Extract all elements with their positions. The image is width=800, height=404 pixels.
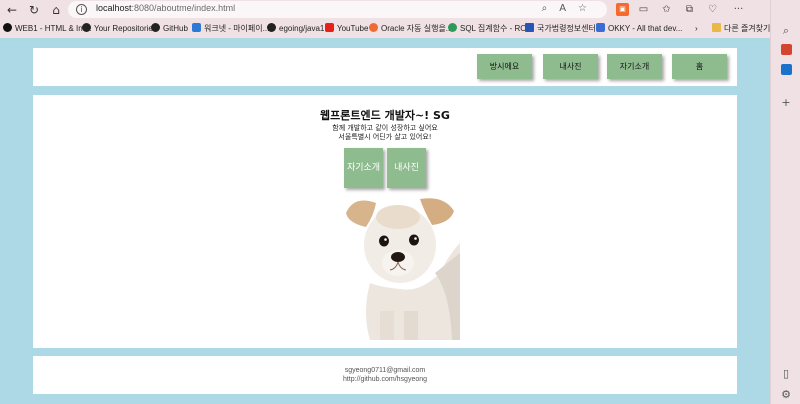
favorite-star-icon[interactable]: ☆ [578, 3, 599, 14]
about-me-button[interactable]: 자기소개 [344, 148, 383, 188]
read-aloud-icon[interactable]: A [559, 3, 578, 14]
bookmark-item[interactable]: 국가법령정보센터 [525, 22, 596, 35]
worknet-icon [192, 23, 201, 32]
gear-icon[interactable]: ⚙ [779, 388, 793, 402]
bookmark-item[interactable]: egoing/java1 [267, 22, 324, 35]
youtube-icon [325, 23, 334, 32]
site-info-icon[interactable]: i [76, 4, 87, 15]
black-circle-icon [3, 23, 12, 32]
github-icon [82, 23, 91, 32]
bookmark-label: SQL 집계함수 - RO... [460, 24, 534, 33]
url-path: :8080/aboutme/index.html [131, 3, 236, 13]
split-screen-icon[interactable]: ▭ [637, 3, 650, 16]
page-title: 웹프론트엔드 개발자~! SG [320, 109, 450, 122]
outlook-icon[interactable] [779, 64, 793, 78]
shopping-icon[interactable] [779, 44, 793, 58]
sidebar-toggle-icon[interactable]: ▯ [779, 367, 793, 381]
bookmark-label: egoing/java1 [279, 24, 325, 33]
bookmark-item[interactable]: 워크넷 - 마이페이... [192, 22, 269, 35]
collections-icon[interactable]: ⧉ [683, 3, 696, 16]
nav-button-bangsi[interactable]: 방시에요 [477, 54, 532, 79]
add-icon[interactable]: + [779, 96, 793, 110]
my-photo-button[interactable]: 내사진 [387, 148, 426, 188]
search-icon[interactable]: ⌕ [779, 24, 793, 38]
other-favorites-folder[interactable]: 다른 즐겨찾기 [712, 22, 770, 35]
site-header: 방시에요 내사진 자기소개 홈 [33, 48, 737, 86]
footer-github-link[interactable]: http://github.com/hsgyeong [33, 376, 737, 383]
browser-essentials-icon[interactable]: ♡ [706, 3, 719, 16]
bookmark-item[interactable]: SQL 집계함수 - RO... [448, 22, 533, 35]
bookmark-label: Your Repositories [94, 24, 157, 33]
bookmark-label: YouTube [337, 24, 369, 33]
bookmark-item[interactable]: GitHub [151, 22, 188, 35]
extension-badge-icon[interactable]: ▣ [616, 3, 629, 16]
description-line: 서울특별시 어딘가 살고 있어요! [338, 133, 432, 141]
footer-email: sgyeong0711@gmail.com [344, 367, 426, 374]
zoom-icon[interactable]: ⌕ [542, 3, 560, 14]
github-icon [151, 23, 160, 32]
puppy-photo [340, 193, 460, 340]
okky-icon [596, 23, 605, 32]
address-bar-icons: ⌕A☆ [542, 3, 599, 14]
address-bar[interactable]: i localhost:8080/aboutme/index.html ⌕A☆ [68, 1, 607, 18]
back-icon[interactable]: ← [4, 2, 20, 18]
bookmark-label: Oracle 자동 실행을... [381, 24, 453, 33]
bookmark-label: 다른 즐겨찾기 [724, 24, 771, 33]
bookmark-item[interactable]: OKKY - All that dev... [596, 22, 682, 35]
bookmark-label: WEB1 - HTML & Int... [15, 24, 92, 33]
page-viewport: 방시에요 내사진 자기소개 홈 웹프론트엔드 개발자~! SG 함께 개발하고 … [0, 38, 770, 404]
bookmark-label: 국가법령정보센터 [537, 24, 596, 33]
bookmark-label: GitHub [163, 24, 188, 33]
settings-more-icon[interactable]: ··· [732, 3, 745, 16]
url-host: localhost [96, 3, 132, 13]
oracle-icon [369, 23, 378, 32]
folder-icon [712, 23, 721, 32]
edge-sidebar: ⌕ + ▯ ⚙ [770, 0, 800, 404]
bookmarks-overflow-icon[interactable]: › [695, 22, 698, 35]
favorites-icon[interactable]: ✩ [660, 3, 673, 16]
bookmark-item[interactable]: Your Repositories [82, 22, 157, 35]
law-icon [525, 23, 534, 32]
address-row: ← ↻ ⌂ i localhost:8080/aboutme/index.htm… [0, 0, 800, 20]
github-icon [267, 23, 276, 32]
home-icon[interactable]: ⌂ [48, 2, 64, 18]
sql-icon [448, 23, 457, 32]
nav-button-my-photo[interactable]: 내사진 [543, 54, 598, 79]
bookmark-label: OKKY - All that dev... [608, 24, 683, 33]
url-text[interactable]: localhost:8080/aboutme/index.html [96, 3, 235, 13]
bookmarks-bar: WEB1 - HTML & Int... Your Repositories G… [0, 20, 800, 36]
bookmark-item[interactable]: YouTube [325, 22, 368, 35]
bookmark-label: 워크넷 - 마이페이... [204, 24, 270, 33]
bookmark-item[interactable]: WEB1 - HTML & Int... [3, 22, 92, 35]
nav-button-about[interactable]: 자기소개 [607, 54, 662, 79]
main-section: 웹프론트엔드 개발자~! SG 함께 개발하고 같이 성장하고 싶어요 서울특별… [33, 95, 737, 348]
browser-chrome: ← ↻ ⌂ i localhost:8080/aboutme/index.htm… [0, 0, 800, 38]
bookmark-item[interactable]: Oracle 자동 실행을... [369, 22, 452, 35]
refresh-icon[interactable]: ↻ [26, 2, 42, 18]
nav-button-home[interactable]: 홈 [672, 54, 727, 79]
site-footer: sgyeong0711@gmail.com http://github.com/… [33, 356, 737, 394]
